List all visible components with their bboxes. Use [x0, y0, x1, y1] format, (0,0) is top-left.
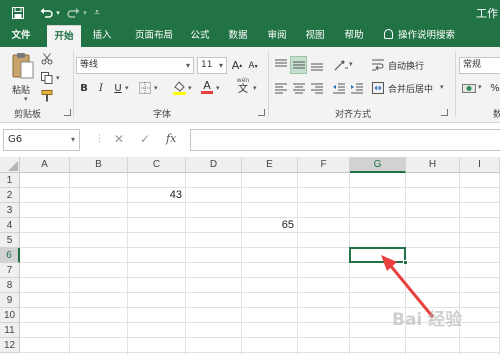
watermark-logo: Bai 经验 [392, 310, 463, 330]
annotation-arrow [381, 255, 434, 318]
